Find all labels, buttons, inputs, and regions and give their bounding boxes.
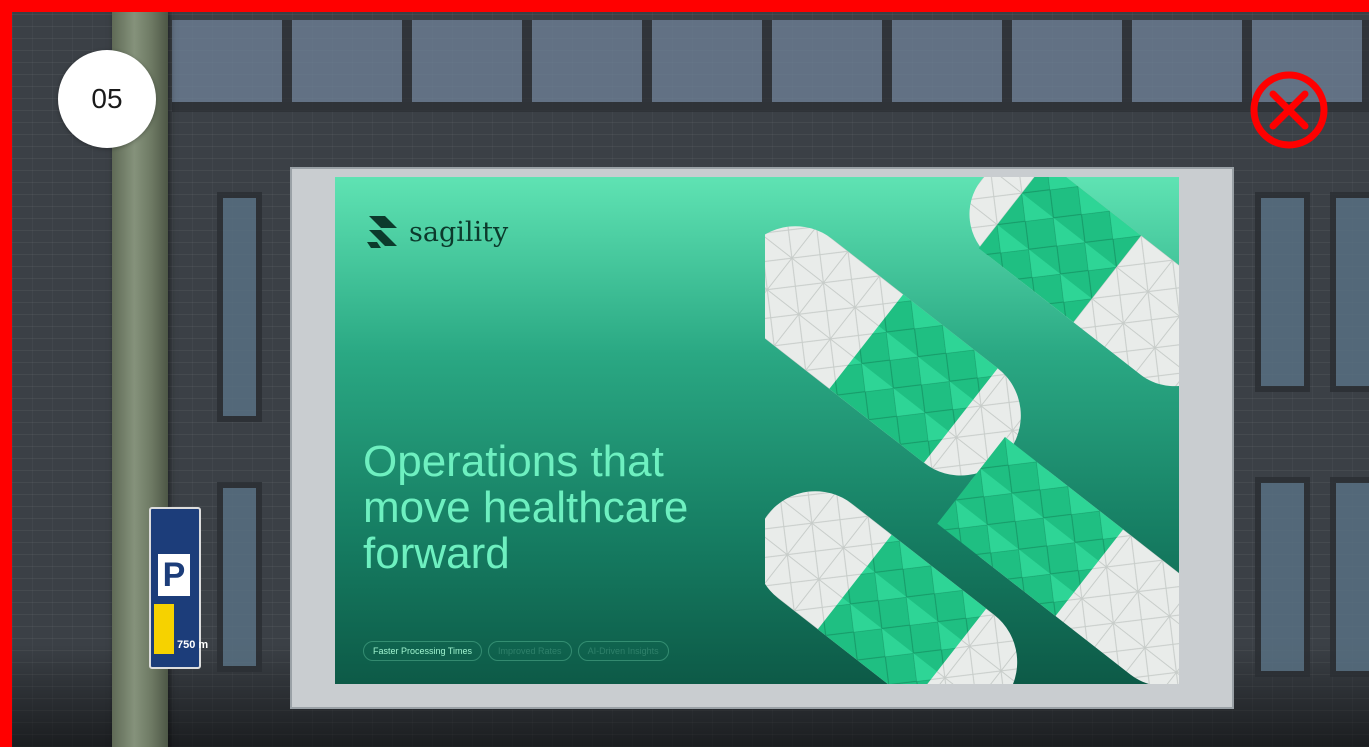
screen-frame: sagility Operations that move healthcare… xyxy=(0,0,1369,747)
parking-tag xyxy=(154,604,174,654)
parking-distance: 750 m xyxy=(177,639,209,651)
building-window xyxy=(1330,477,1369,677)
sagility-logo-icon xyxy=(367,216,397,248)
slide-number-badge: 05 xyxy=(58,50,156,148)
headline-line: move healthcare xyxy=(363,483,689,532)
parking-letter: P xyxy=(158,554,190,596)
headline-line: Operations that xyxy=(363,437,664,486)
headline-line: forward xyxy=(363,529,510,578)
geometric-artwork xyxy=(765,177,1179,684)
parking-sign: P 750 m xyxy=(149,507,208,669)
building-window xyxy=(1255,477,1310,677)
building-window xyxy=(217,192,262,422)
close-icon[interactable] xyxy=(1249,70,1329,150)
feature-pill: Faster Processing Times xyxy=(363,641,483,661)
feature-pills: Faster Processing Times Improved Rates A… xyxy=(363,641,669,661)
brand-name: sagility xyxy=(409,216,509,248)
building-window xyxy=(1255,192,1310,392)
brand-logo: sagility xyxy=(363,212,508,252)
building-window xyxy=(217,482,262,672)
feature-pill: Improved Rates xyxy=(488,641,572,661)
feature-pill: AI-Driven Insights xyxy=(577,641,669,661)
billboard-headline: Operations that move healthcare forward xyxy=(363,439,783,577)
billboard-ad: sagility Operations that move healthcare… xyxy=(335,177,1179,684)
building-upper-windows xyxy=(172,20,1369,112)
building-window xyxy=(1330,192,1369,392)
